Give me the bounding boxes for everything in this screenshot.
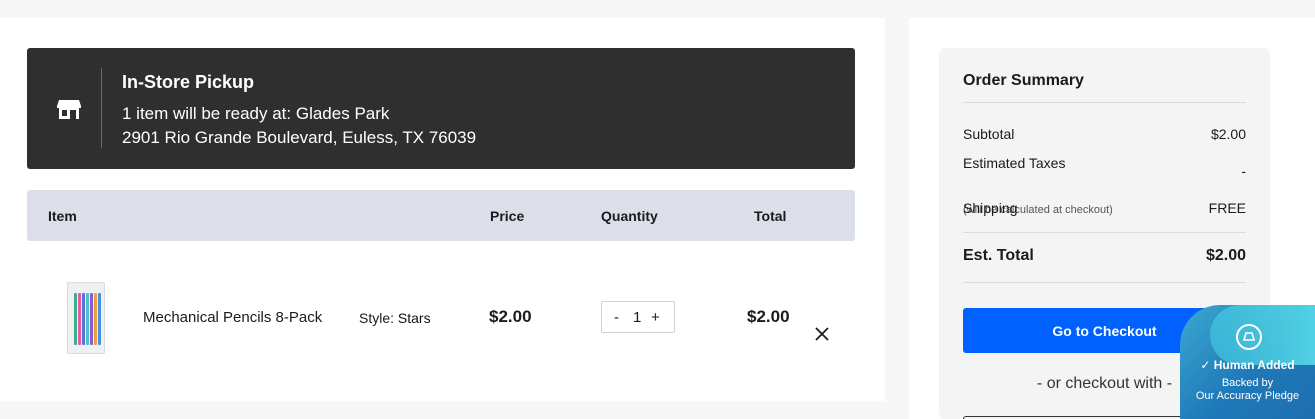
summary-divider — [963, 102, 1246, 103]
column-header-total: Total — [754, 208, 787, 224]
quantity-decrease-button[interactable]: - — [614, 309, 619, 326]
column-header-item: Item — [48, 208, 77, 224]
taxes-value: - — [1241, 163, 1246, 179]
est-total-label: Est. Total — [963, 247, 1034, 264]
quantity-value[interactable]: 1 — [633, 309, 641, 326]
line-total: $2.00 — [747, 307, 790, 326]
taxes-label: Estimated Taxes — [963, 155, 1066, 171]
quantity-stepper: - 1 + — [601, 301, 675, 333]
pickup-address: 2901 Rio Grande Boulevard, Euless, TX 76… — [122, 128, 477, 147]
pencil-graphic — [74, 293, 77, 345]
subtotal-label: Subtotal — [963, 126, 1015, 142]
badge-title: ✓ Human Added — [1180, 358, 1315, 372]
close-icon[interactable] — [814, 326, 830, 342]
summary-divider — [963, 282, 1246, 283]
check-circle-icon: ✓ — [1200, 358, 1214, 372]
quantity-increase-button[interactable]: + — [651, 309, 660, 326]
shipping-value: FREE — [1208, 200, 1246, 216]
product-price: $2.00 — [489, 307, 532, 326]
style-value: Stars — [397, 310, 431, 326]
product-style: Style: Stars — [359, 310, 431, 326]
subtotal-value: $2.00 — [1210, 126, 1246, 142]
pencil-graphic — [78, 293, 81, 345]
banner-divider — [101, 68, 102, 148]
badge-subtitle: Our Accuracy Pledge — [1195, 390, 1300, 402]
order-summary-title: Order Summary — [963, 72, 1084, 89]
est-total-value: $2.00 — [1205, 247, 1246, 264]
column-header-price: Price — [490, 208, 525, 224]
cart-panel: In-Store Pickup 1 item will be ready at:… — [0, 18, 885, 401]
column-header-quantity: Quantity — [601, 208, 658, 224]
pencil-graphic — [90, 293, 93, 345]
pencil-graphic — [98, 293, 101, 345]
in-store-pickup-banner: In-Store Pickup 1 item will be ready at:… — [27, 48, 855, 169]
product-thumbnail[interactable] — [67, 282, 105, 354]
pledge-icon — [1236, 324, 1262, 350]
badge-subtitle: Backed by — [1221, 377, 1274, 389]
pickup-title: In-Store Pickup — [122, 72, 255, 92]
pencil-graphic — [94, 293, 97, 345]
style-label: Style: — [359, 310, 395, 326]
pickup-ready-text: 1 item will be ready at: Glades Park — [122, 104, 390, 123]
summary-divider — [963, 232, 1246, 233]
product-name[interactable]: Mechanical Pencils 8-Pack — [143, 309, 322, 326]
pencil-graphic — [86, 293, 89, 345]
shipping-label: Shipping — [963, 200, 1018, 216]
cart-item-row: Mechanical Pencils 8-Pack Style: Stars $… — [27, 276, 855, 356]
cart-table-header: Item Price Quantity Total — [27, 190, 855, 241]
badge-title-text: Human Added — [1213, 358, 1295, 372]
accuracy-pledge-badge[interactable]: ✓ Human Added Backed by Our Accuracy Ple… — [1180, 305, 1315, 419]
pencil-graphic — [82, 293, 85, 345]
store-icon — [57, 100, 81, 119]
